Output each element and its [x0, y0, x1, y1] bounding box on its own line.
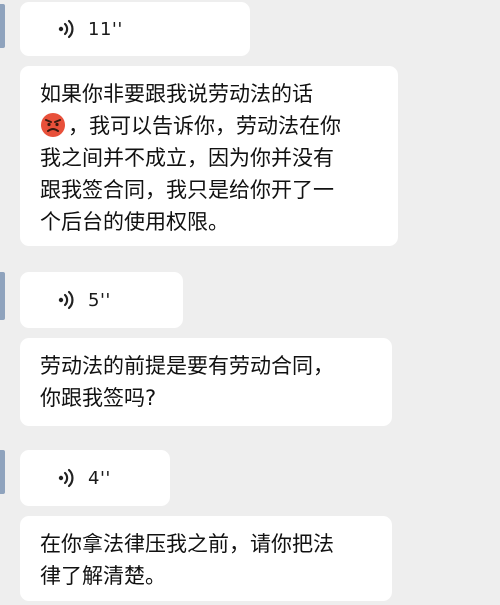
text-message[interactable]: 如果你非要跟我说劳动法的话 ，我可以告诉你，劳动法在你 我之间并不成立，因为你并…: [20, 66, 398, 246]
avatar[interactable]: [0, 4, 5, 48]
voice-duration: 5'': [88, 289, 111, 311]
voice-message[interactable]: 4'': [20, 450, 170, 506]
voice-duration: 4'': [88, 467, 111, 489]
message-line: 个后台的使用权限。: [40, 210, 229, 234]
message-line: 你跟我签吗?: [40, 386, 157, 410]
message-line: 劳动法的前提是要有劳动合同，: [40, 354, 334, 378]
voice-message[interactable]: 11'': [20, 2, 250, 56]
message-line: 我之间并不成立，因为你并没有: [40, 146, 334, 170]
message-line: 如果你非要跟我说劳动法的话: [40, 82, 313, 106]
avatar[interactable]: [0, 272, 5, 320]
message-line: 律了解清楚。: [40, 564, 166, 588]
avatar[interactable]: [0, 450, 5, 494]
text-message[interactable]: 在你拿法律压我之前，请你把法 律了解清楚。: [20, 516, 392, 601]
voice-icon: [58, 468, 74, 488]
message-line: 在你拿法律压我之前，请你把法: [40, 532, 334, 556]
message-line: 跟我签合同，我只是给你开了一: [40, 178, 334, 202]
voice-icon: [58, 19, 74, 39]
text-message[interactable]: 劳动法的前提是要有劳动合同， 你跟我签吗?: [20, 338, 392, 426]
voice-duration: 11'': [88, 18, 123, 40]
angry-face-emoji-icon: [41, 113, 65, 137]
voice-message[interactable]: 5'': [20, 272, 183, 328]
voice-icon: [58, 290, 74, 310]
message-line: ，我可以告诉你，劳动法在你: [40, 110, 378, 142]
